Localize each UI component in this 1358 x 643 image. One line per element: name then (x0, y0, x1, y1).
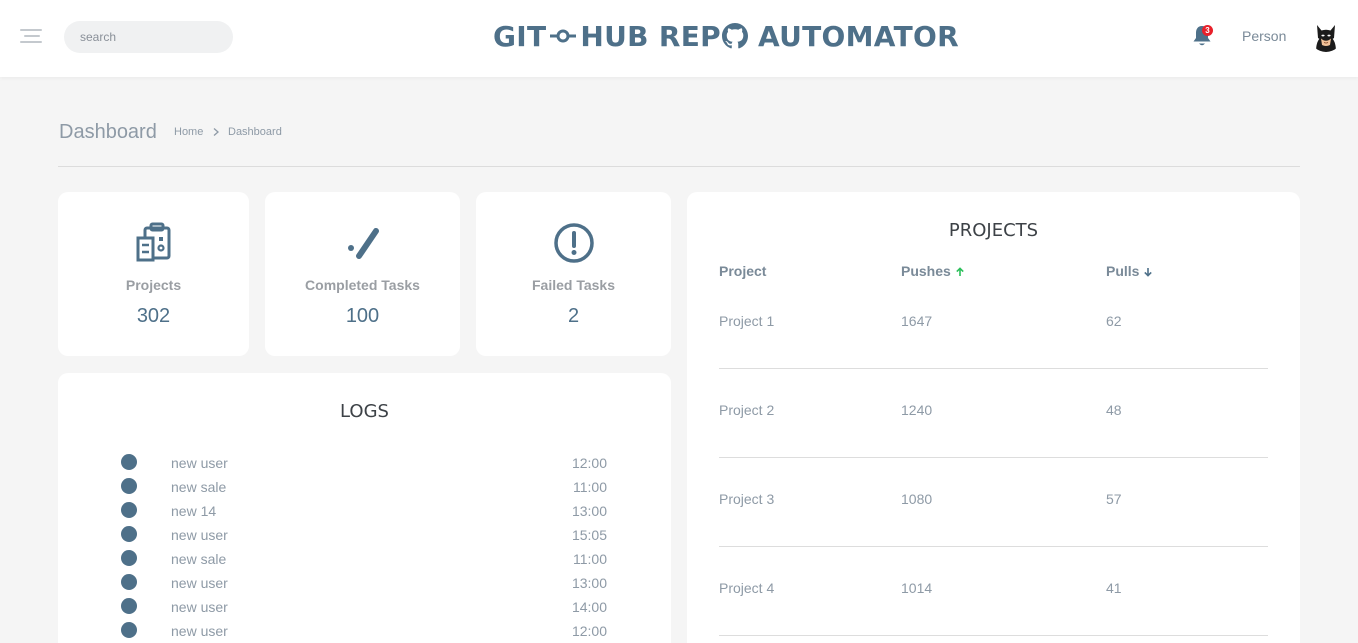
column-header-label: Project (719, 263, 767, 279)
logs-card: LOGS new user 12:00 new sale 11:00 new 1… (58, 373, 671, 643)
stat-card-completed-tasks[interactable]: Completed Tasks 100 (265, 192, 460, 356)
cell-project: Project 4 (719, 580, 775, 596)
stat-value: 100 (345, 305, 380, 327)
exclamation-circle-icon (553, 223, 594, 263)
cell-project: Project 1 (719, 313, 775, 329)
avatar[interactable] (1310, 20, 1342, 52)
log-time: 14:00 (571, 599, 607, 615)
cell-pushes: 1014 (901, 580, 933, 596)
search-input[interactable] (64, 21, 233, 53)
clipboard-building-icon (136, 222, 170, 262)
log-item: new user 13:00 (121, 570, 611, 594)
notification-badge: 3 (1202, 25, 1213, 36)
table-row[interactable]: Project 2 1240 48 (719, 369, 1268, 458)
log-text: new sale (171, 479, 227, 495)
user-name[interactable]: Person (1242, 28, 1286, 44)
log-item: new sale 11:00 (121, 474, 611, 498)
table-row[interactable]: Project 4 1014 41 (719, 547, 1268, 636)
log-item: new user 12:00 (121, 450, 611, 474)
cell-pulls: 57 (1106, 491, 1122, 507)
cell-project: Project 2 (719, 402, 775, 418)
log-text: new sale (171, 551, 227, 567)
cell-pushes: 1080 (901, 491, 933, 507)
log-item: new user 12:00 (121, 618, 611, 642)
log-time: 11:00 (573, 479, 607, 495)
projects-card: PROJECTS Project Pushes Pulls Project 1 … (687, 192, 1300, 643)
log-dot-icon (121, 622, 137, 638)
log-text: new 14 (171, 503, 217, 519)
column-header-label: Pushes (901, 263, 951, 279)
column-header-project[interactable]: Project (719, 263, 766, 279)
log-text: new user (171, 455, 228, 471)
app-title-part-2: HUB REP (580, 19, 721, 53)
stat-card-projects[interactable]: Projects 302 (58, 192, 249, 356)
sort-arrow-down-icon (1144, 268, 1153, 277)
sort-arrow-up-icon (956, 267, 964, 276)
log-time: 15:05 (571, 527, 607, 543)
stat-label: Completed Tasks (305, 277, 420, 293)
log-item: new 14 13:00 (121, 498, 611, 522)
breadcrumb-current: Dashboard (228, 126, 282, 138)
top-bar: GIT HUB REP AUTOMATOR 3 Person (0, 0, 1358, 77)
table-row[interactable]: Project 3 1080 57 (719, 458, 1268, 547)
log-time: 11:00 (573, 551, 607, 567)
breadcrumb-home-link[interactable]: Home (174, 126, 203, 138)
log-dot-icon (121, 598, 137, 614)
log-dot-icon (121, 478, 137, 494)
log-dot-icon (121, 574, 137, 590)
projects-title: PROJECTS (948, 220, 1039, 241)
log-dot-icon (121, 502, 137, 518)
hamburger-menu-icon[interactable] (20, 27, 44, 45)
stat-value: 2 (567, 305, 580, 327)
log-item: new sale 11:00 (121, 546, 611, 570)
column-header-pushes[interactable]: Pushes (901, 263, 965, 279)
git-commit-icon (550, 29, 577, 43)
column-header-pulls[interactable]: Pulls (1106, 263, 1153, 279)
chevron-right-icon (213, 128, 219, 136)
log-text: new user (171, 623, 228, 639)
stat-label: Failed Tasks (531, 277, 615, 293)
app-title: GIT HUB REP AUTOMATOR (493, 17, 959, 55)
cell-pulls: 62 (1106, 313, 1122, 329)
column-header-label: Pulls (1106, 263, 1140, 279)
logs-title: LOGS (340, 401, 389, 422)
stat-value: 302 (136, 305, 171, 327)
log-item: new user 14:00 (121, 594, 611, 618)
cell-pulls: 48 (1106, 402, 1122, 418)
stat-card-failed-tasks[interactable]: Failed Tasks 2 (476, 192, 671, 356)
app-title-part-1: GIT (493, 19, 547, 53)
log-text: new user (171, 575, 228, 591)
table-row[interactable]: Project 1 1647 62 (719, 280, 1268, 369)
page-title: Dashboard (59, 121, 157, 143)
log-dot-icon (121, 526, 137, 542)
stat-label: Projects (125, 277, 182, 293)
log-dot-icon (121, 454, 137, 470)
cell-pushes: 1240 (901, 402, 933, 418)
log-time: 12:00 (571, 455, 607, 471)
check-slash-icon (347, 228, 379, 259)
log-time: 12:00 (571, 623, 607, 639)
log-time: 13:00 (571, 575, 607, 591)
cell-pushes: 1647 (901, 313, 933, 329)
cell-pulls: 41 (1106, 580, 1122, 596)
divider (58, 166, 1300, 167)
log-text: new user (171, 599, 228, 615)
log-dot-icon (121, 550, 137, 566)
log-text: new user (171, 527, 228, 543)
app-title-part-3: AUTOMATOR (757, 19, 959, 53)
github-octocat-icon (721, 23, 748, 49)
log-item: new user 15:05 (121, 522, 611, 546)
batman-avatar-icon (1316, 25, 1336, 52)
cell-project: Project 3 (719, 491, 775, 507)
log-time: 13:00 (571, 503, 607, 519)
